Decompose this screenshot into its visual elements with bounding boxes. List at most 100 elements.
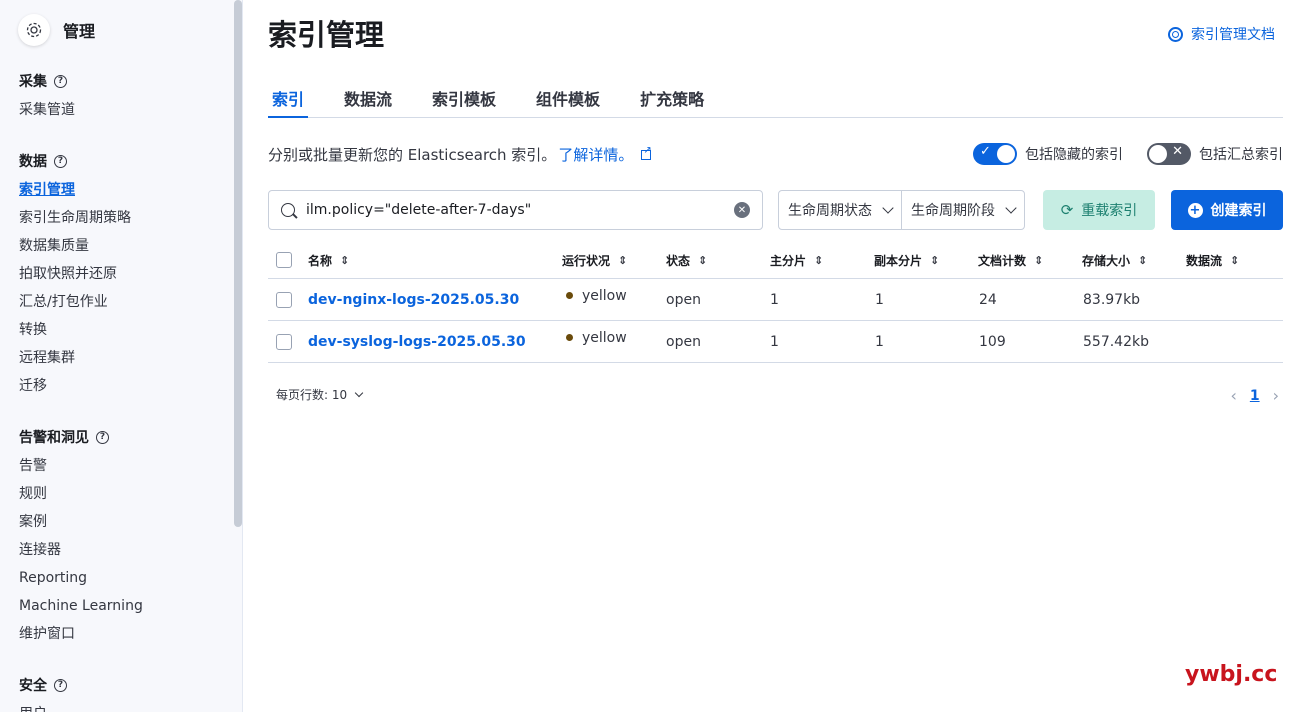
chevron-left-icon[interactable]: ‹ <box>1230 386 1236 405</box>
tab-indices[interactable]: 索引 <box>268 78 309 118</box>
search-input[interactable]: ilm.policy="delete-after-7-days" ✕ <box>268 190 763 230</box>
create-index-button[interactable]: + 创建索引 <box>1171 190 1283 230</box>
switch-off[interactable]: ✕ <box>1147 143 1191 165</box>
sort-icon: ⇕ <box>930 253 939 267</box>
pagination: ‹ 1 › <box>1230 386 1279 405</box>
primaries-value: 1 <box>770 291 779 308</box>
replicas-value: 1 <box>875 333 884 350</box>
clear-icon[interactable]: ✕ <box>734 202 750 218</box>
sidebar-item-connectors[interactable]: 连接器 <box>19 536 143 564</box>
sidebar-item-data-set-quality[interactable]: 数据集质量 <box>19 232 131 260</box>
sidebar-item-maintenance-windows[interactable]: 维护窗口 <box>19 620 143 648</box>
chevron-right-icon[interactable]: › <box>1273 386 1279 405</box>
sidebar-item-cases[interactable]: 案例 <box>19 508 143 536</box>
index-name-link[interactable]: dev-syslog-logs-2025.05.30 <box>308 334 526 350</box>
sidebar-item-alerts[interactable]: 告警 <box>19 452 143 480</box>
reload-label: 重载索引 <box>1081 203 1138 219</box>
switch-on[interactable]: ✓ <box>973 143 1017 165</box>
sidebar-scrollbar[interactable] <box>234 0 242 527</box>
sidebar-item-ingest-pipelines[interactable]: 采集管道 <box>19 96 75 124</box>
sort-icon: ⇕ <box>1034 253 1043 267</box>
create-label: 创建索引 <box>1210 203 1267 219</box>
sort-icon: ⇕ <box>1138 253 1147 267</box>
column-header-data-stream[interactable]: 数据流 ⇕ <box>1186 242 1239 278</box>
toggle-label: 包括汇总索引 <box>1199 147 1283 163</box>
sidebar-item-rules[interactable]: 规则 <box>19 480 143 508</box>
refresh-icon: ⟳ <box>1060 201 1074 219</box>
status-value: open <box>666 333 701 350</box>
help-icon[interactable]: ? <box>54 154 67 168</box>
help-icon[interactable]: ? <box>54 678 67 692</box>
sidebar-item-ilm-policies[interactable]: 索引生命周期策略 <box>19 204 131 232</box>
help-icon[interactable]: ? <box>54 74 67 88</box>
page-number[interactable]: 1 <box>1250 388 1260 404</box>
doc-link[interactable]: 索引管理文档 <box>1168 24 1275 44</box>
sidebar-item-remote-clusters[interactable]: 远程集群 <box>19 344 131 372</box>
sidebar-item-transforms[interactable]: 转换 <box>19 316 131 344</box>
table-row: dev-syslog-logs-2025.05.30 yellow open 1… <box>268 321 1283 363</box>
rows-per-page-label: 每页行数: 10 <box>276 388 348 402</box>
row-checkbox[interactable] <box>276 291 292 308</box>
sidebar-item-snapshot-restore[interactable]: 拍取快照并还原 <box>19 260 131 288</box>
description-text: 分别或批量更新您的 Elasticsearch 索引。 <box>268 146 557 164</box>
column-header-status[interactable]: 状态 ⇕ <box>666 242 707 278</box>
cross-icon: ✕ <box>1172 144 1183 159</box>
sidebar-item-machine-learning[interactable]: Machine Learning <box>19 592 143 620</box>
sidebar-group-alerts: 告警和洞见? 告警 规则 案例 连接器 Reporting Machine Le… <box>19 427 143 648</box>
search-query[interactable]: ilm.policy="delete-after-7-days" <box>306 202 734 218</box>
tab-index-templates[interactable]: 索引模板 <box>428 78 500 118</box>
sidebar-header: 管理 <box>18 14 95 46</box>
sidebar-item-users[interactable]: 用户 <box>19 700 67 712</box>
indices-table: 名称 ⇕ 运行状况 ⇕ 状态 ⇕ 主分片 ⇕ 副本分片 ⇕ 文档计数 ⇕ 存储大小 ⇕ 数据流… <box>268 242 1283 363</box>
reload-indices-button[interactable]: ⟳ 重载索引 <box>1043 190 1155 230</box>
learn-more-link[interactable]: 了解详情。 <box>558 144 633 165</box>
primaries-value: 1 <box>770 333 779 350</box>
sidebar-group-title: 采集 <box>19 74 47 90</box>
column-header-health[interactable]: 运行状况 ⇕ <box>562 242 627 278</box>
table-row: dev-nginx-logs-2025.05.30 yellow open 1 … <box>268 279 1283 321</box>
filter-group: 生命周期状态 生命周期阶段 <box>778 190 1025 230</box>
storage-size-value: 557.42kb <box>1083 333 1149 350</box>
include-hidden-toggle[interactable]: ✓ 包括隐藏的索引 <box>973 143 1123 165</box>
sort-icon: ⇕ <box>698 253 707 267</box>
toggle-label: 包括隐藏的索引 <box>1025 147 1123 163</box>
column-header-primaries[interactable]: 主分片 ⇕ <box>770 242 823 278</box>
sidebar-title: 管理 <box>63 22 96 41</box>
tab-data-streams[interactable]: 数据流 <box>340 78 396 118</box>
lifecycle-phase-filter[interactable]: 生命周期阶段 <box>901 191 1024 229</box>
sidebar-item-migrate[interactable]: 迁移 <box>19 372 131 400</box>
sidebar-item-reporting[interactable]: Reporting <box>19 564 143 592</box>
select-all-checkbox[interactable] <box>276 252 292 268</box>
sidebar-group-title: 数据 <box>19 154 47 170</box>
column-header-docs-count[interactable]: 文档计数 ⇕ <box>978 242 1043 278</box>
description: 分别或批量更新您的 Elasticsearch 索引。 了解详情。 <box>268 144 652 165</box>
search-icon <box>281 203 295 217</box>
doc-link-label: 索引管理文档 <box>1191 27 1275 43</box>
rows-per-page-selector[interactable]: 每页行数: 10 <box>276 386 364 403</box>
health-value: yellow <box>582 329 627 346</box>
chevron-down-icon <box>1005 202 1017 214</box>
filter-label: 生命周期状态 <box>788 203 872 219</box>
plus-icon: + <box>1187 202 1203 218</box>
tab-component-templates[interactable]: 组件模板 <box>532 78 604 118</box>
sidebar-group-data: 数据? 索引管理 索引生命周期策略 数据集质量 拍取快照并还原 汇总/打包作业 … <box>19 151 131 400</box>
gear-icon[interactable] <box>18 14 50 46</box>
row-checkbox[interactable] <box>276 333 292 350</box>
tab-enrich-policies[interactable]: 扩充策略 <box>636 78 708 118</box>
include-rollup-toggle[interactable]: ✕ 包括汇总索引 <box>1147 143 1283 165</box>
lifecycle-status-filter[interactable]: 生命周期状态 <box>779 191 901 229</box>
sidebar-item-rollup-jobs[interactable]: 汇总/打包作业 <box>19 288 131 316</box>
chevron-down-icon <box>882 202 894 214</box>
filter-label: 生命周期阶段 <box>911 203 995 219</box>
index-name-link[interactable]: dev-nginx-logs-2025.05.30 <box>308 292 519 308</box>
watermark: ywbj.cc <box>1185 662 1278 687</box>
column-header-name[interactable]: 名称 ⇕ <box>308 242 349 278</box>
docs-count-value: 24 <box>979 291 997 308</box>
sidebar-item-index-management[interactable]: 索引管理 <box>19 176 131 204</box>
help-icon[interactable]: ? <box>96 430 109 444</box>
sort-icon: ⇕ <box>814 253 823 267</box>
column-header-replicas[interactable]: 副本分片 ⇕ <box>874 242 939 278</box>
column-header-storage-size[interactable]: 存储大小 ⇕ <box>1082 242 1147 278</box>
sidebar: 管理 采集? 采集管道 数据? 索引管理 索引生命周期策略 数据集质量 拍取快照… <box>0 0 243 712</box>
status-value: open <box>666 291 701 308</box>
